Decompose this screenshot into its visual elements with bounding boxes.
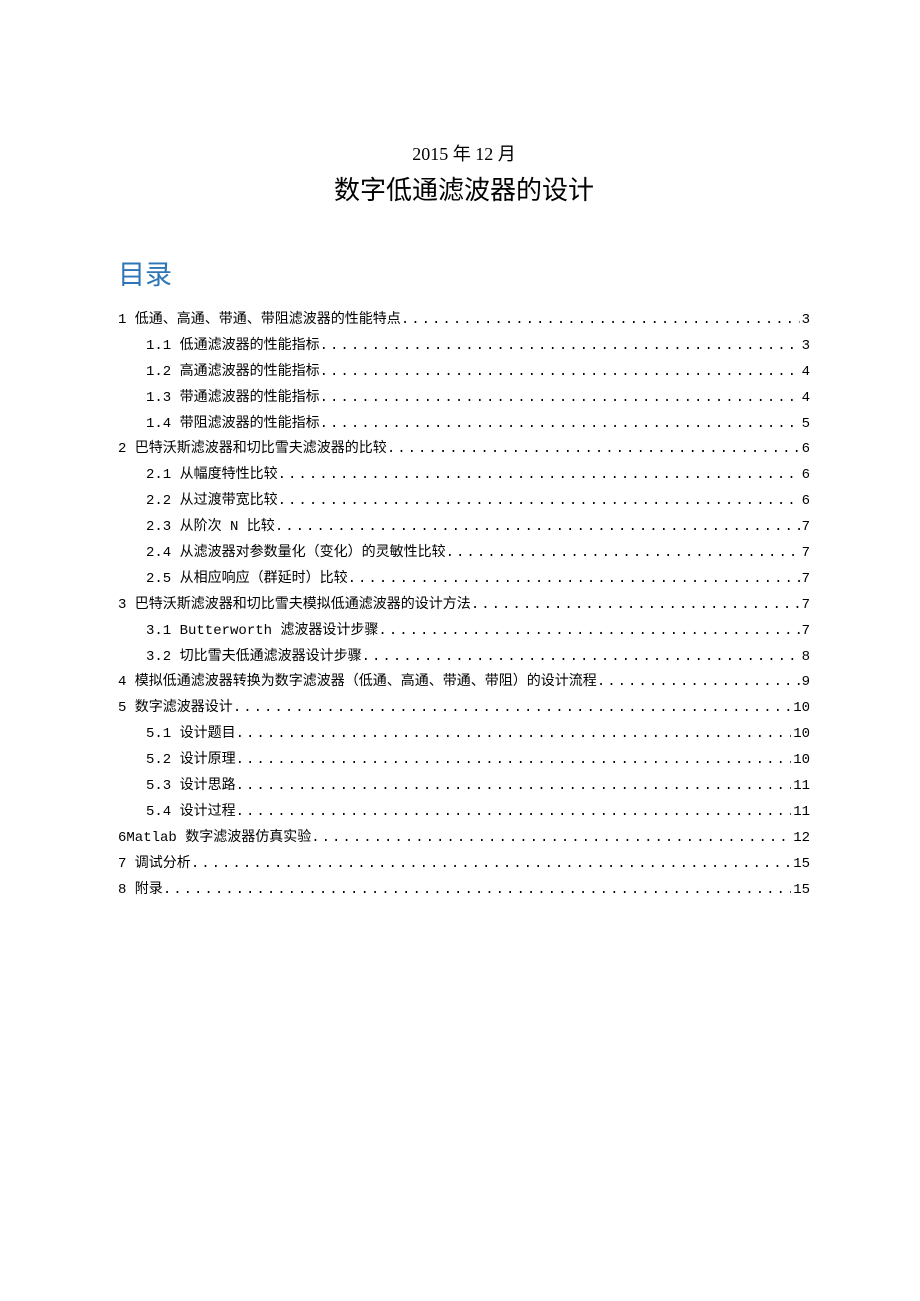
toc-leader-dots bbox=[401, 308, 800, 334]
toc-entry-label: 1 低通、高通、带通、带阻滤波器的性能特点 bbox=[118, 308, 401, 334]
toc-leader-dots bbox=[597, 670, 800, 696]
toc-entry-page: 11 bbox=[791, 774, 810, 800]
toc-entry-page: 4 bbox=[800, 386, 810, 412]
toc-leader-dots bbox=[320, 360, 800, 386]
toc-entry[interactable]: 1.2 高通滤波器的性能指标 4 bbox=[118, 360, 810, 386]
toc-entry-page: 11 bbox=[791, 800, 810, 826]
toc-entry-label: 1.3 带通滤波器的性能指标 bbox=[146, 386, 320, 412]
toc-entry-page: 15 bbox=[791, 852, 810, 878]
toc-entry-page: 7 bbox=[800, 619, 810, 645]
toc-entry-label: 6Matlab 数字滤波器仿真实验 bbox=[118, 826, 311, 852]
toc-entry-page: 6 bbox=[800, 463, 810, 489]
toc-entry-label: 7 调试分析 bbox=[118, 852, 191, 878]
toc-entry[interactable]: 5 数字滤波器设计 10 bbox=[118, 696, 810, 722]
toc-entry-page: 4 bbox=[800, 360, 810, 386]
toc-entry[interactable]: 1.4 带阻滤波器的性能指标 5 bbox=[118, 412, 810, 438]
toc-entry[interactable]: 4 模拟低通滤波器转换为数字滤波器（低通、高通、带通、带阻）的设计流程 9 bbox=[118, 670, 810, 696]
toc-leader-dots bbox=[236, 774, 792, 800]
toc-leader-dots bbox=[471, 593, 800, 619]
toc-entry-label: 5.1 设计题目 bbox=[146, 722, 236, 748]
main-title: 数字低通滤波器的设计 bbox=[118, 170, 810, 207]
toc-entry-page: 6 bbox=[800, 437, 810, 463]
toc-leader-dots bbox=[191, 852, 791, 878]
table-of-contents: 1 低通、高通、带通、带阻滤波器的性能特点31.1 低通滤波器的性能指标31.2… bbox=[118, 308, 810, 903]
toc-entry-label: 5.3 设计思路 bbox=[146, 774, 236, 800]
toc-entry-label: 5.4 设计过程 bbox=[146, 800, 236, 826]
toc-entry-label: 3.1 Butterworth 滤波器设计步骤 bbox=[146, 619, 378, 645]
toc-entry-label: 2.3 从阶次 N 比较 bbox=[146, 515, 275, 541]
toc-entry[interactable]: 6Matlab 数字滤波器仿真实验 12 bbox=[118, 826, 810, 852]
toc-entry-label: 1.4 带阻滤波器的性能指标 bbox=[146, 412, 320, 438]
toc-entry-label: 8 附录 bbox=[118, 878, 163, 904]
toc-entry-label: 3 巴特沃斯滤波器和切比雪夫模拟低通滤波器的设计方法 bbox=[118, 593, 471, 619]
toc-entry-page: 7 bbox=[800, 593, 810, 619]
toc-entry-label: 5 数字滤波器设计 bbox=[118, 696, 233, 722]
toc-leader-dots bbox=[278, 489, 800, 515]
toc-entry-page: 3 bbox=[800, 308, 810, 334]
toc-leader-dots bbox=[320, 412, 800, 438]
toc-entry[interactable]: 5.1 设计题目 10 bbox=[118, 722, 810, 748]
toc-entry[interactable]: 7 调试分析 15 bbox=[118, 852, 810, 878]
document-page: 2015 年 12 月 数字低通滤波器的设计 目录 1 低通、高通、带通、带阻滤… bbox=[0, 0, 920, 963]
toc-entry[interactable]: 2.2 从过渡带宽比较 6 bbox=[118, 489, 810, 515]
toc-entry[interactable]: 2.5 从相应响应（群延时）比较 7 bbox=[118, 567, 810, 593]
toc-entry[interactable]: 8 附录 15 bbox=[118, 878, 810, 904]
toc-entry-label: 3.2 切比雪夫低通滤波器设计步骤 bbox=[146, 645, 362, 671]
toc-leader-dots bbox=[311, 826, 791, 852]
toc-leader-dots bbox=[320, 334, 800, 360]
toc-entry-page: 7 bbox=[800, 567, 810, 593]
toc-entry[interactable]: 2.3 从阶次 N 比较 7 bbox=[118, 515, 810, 541]
toc-entry-label: 2 巴特沃斯滤波器和切比雪夫滤波器的比较 bbox=[118, 437, 387, 463]
toc-entry-label: 2.5 从相应响应（群延时）比较 bbox=[146, 567, 348, 593]
toc-leader-dots bbox=[348, 567, 800, 593]
toc-leader-dots bbox=[446, 541, 800, 567]
toc-entry-page: 9 bbox=[800, 670, 810, 696]
toc-leader-dots bbox=[236, 722, 792, 748]
toc-entry[interactable]: 3 巴特沃斯滤波器和切比雪夫模拟低通滤波器的设计方法 7 bbox=[118, 593, 810, 619]
toc-leader-dots bbox=[233, 696, 791, 722]
toc-entry-label: 4 模拟低通滤波器转换为数字滤波器（低通、高通、带通、带阻）的设计流程 bbox=[118, 670, 597, 696]
toc-leader-dots bbox=[236, 748, 792, 774]
toc-entry-page: 8 bbox=[800, 645, 810, 671]
toc-entry[interactable]: 2.4 从滤波器对参数量化（变化）的灵敏性比较 7 bbox=[118, 541, 810, 567]
toc-entry-page: 6 bbox=[800, 489, 810, 515]
toc-entry-label: 1.2 高通滤波器的性能指标 bbox=[146, 360, 320, 386]
toc-entry[interactable]: 1.3 带通滤波器的性能指标 4 bbox=[118, 386, 810, 412]
toc-leader-dots bbox=[320, 386, 800, 412]
toc-entry-page: 12 bbox=[791, 826, 810, 852]
toc-leader-dots bbox=[275, 515, 800, 541]
toc-entry[interactable]: 3.2 切比雪夫低通滤波器设计步骤 8 bbox=[118, 645, 810, 671]
toc-leader-dots bbox=[278, 463, 800, 489]
toc-entry-page: 7 bbox=[800, 541, 810, 567]
toc-entry-page: 10 bbox=[791, 748, 810, 774]
toc-entry[interactable]: 2.1 从幅度特性比较 6 bbox=[118, 463, 810, 489]
toc-entry[interactable]: 5.4 设计过程 11 bbox=[118, 800, 810, 826]
toc-leader-dots bbox=[362, 645, 800, 671]
toc-heading: 目录 bbox=[118, 253, 810, 292]
toc-entry-label: 2.1 从幅度特性比较 bbox=[146, 463, 278, 489]
toc-entry-page: 15 bbox=[791, 878, 810, 904]
toc-leader-dots bbox=[163, 878, 791, 904]
toc-entry-label: 2.4 从滤波器对参数量化（变化）的灵敏性比较 bbox=[146, 541, 446, 567]
toc-entry-label: 2.2 从过渡带宽比较 bbox=[146, 489, 278, 515]
toc-entry[interactable]: 5.2 设计原理 10 bbox=[118, 748, 810, 774]
toc-leader-dots bbox=[378, 619, 799, 645]
toc-entry[interactable]: 5.3 设计思路 11 bbox=[118, 774, 810, 800]
toc-entry[interactable]: 1 低通、高通、带通、带阻滤波器的性能特点 3 bbox=[118, 308, 810, 334]
toc-entry[interactable]: 3.1 Butterworth 滤波器设计步骤 7 bbox=[118, 619, 810, 645]
toc-entry-page: 7 bbox=[800, 515, 810, 541]
toc-entry-page: 10 bbox=[791, 722, 810, 748]
toc-entry-label: 1.1 低通滤波器的性能指标 bbox=[146, 334, 320, 360]
toc-entry[interactable]: 1.1 低通滤波器的性能指标 3 bbox=[118, 334, 810, 360]
toc-entry-page: 3 bbox=[800, 334, 810, 360]
toc-entry-label: 5.2 设计原理 bbox=[146, 748, 236, 774]
toc-entry[interactable]: 2 巴特沃斯滤波器和切比雪夫滤波器的比较 6 bbox=[118, 437, 810, 463]
toc-leader-dots bbox=[387, 437, 800, 463]
toc-entry-page: 10 bbox=[791, 696, 810, 722]
date-line: 2015 年 12 月 bbox=[118, 140, 810, 166]
toc-leader-dots bbox=[236, 800, 792, 826]
toc-entry-page: 5 bbox=[800, 412, 810, 438]
